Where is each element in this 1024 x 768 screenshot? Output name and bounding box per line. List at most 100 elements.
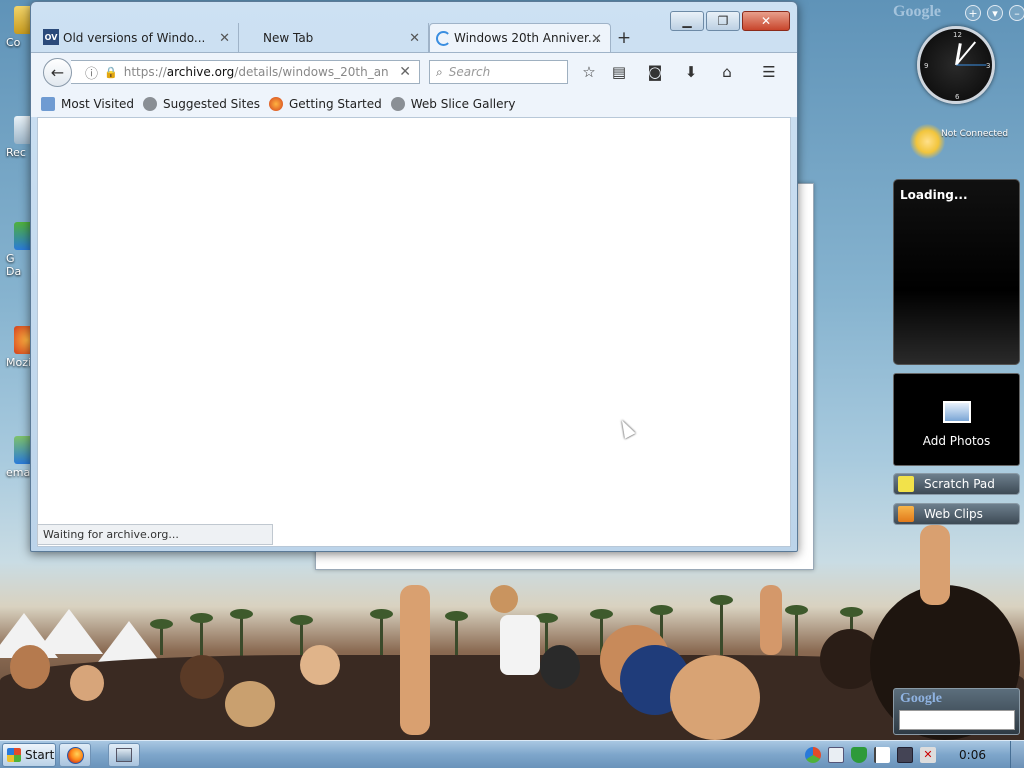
windows-logo-icon — [7, 748, 21, 762]
note-icon — [898, 476, 914, 492]
show-desktop-button[interactable] — [1010, 741, 1024, 768]
home-button[interactable]: ⌂ — [717, 62, 737, 82]
bookmark-label: Web Slice Gallery — [410, 96, 516, 111]
system-tray: ✕ — [798, 741, 1024, 768]
feed-gadget[interactable]: Loading... — [893, 179, 1020, 365]
status-text: Waiting for archive.org... — [43, 528, 179, 541]
minimize-sidebar-icon[interactable]: – — [1009, 5, 1024, 21]
window-app-icon — [116, 748, 132, 762]
network-icon[interactable] — [897, 747, 913, 763]
close-button[interactable]: ✕ — [742, 11, 790, 31]
stop-icon[interactable]: ✕ — [399, 64, 411, 80]
tab-windows-20th[interactable]: Windows 20th Anniver... ✕ — [429, 23, 611, 52]
flag-icon[interactable] — [874, 747, 890, 763]
shield-icon[interactable] — [851, 747, 867, 763]
tab-old-versions[interactable]: OV Old versions of Windo... ✕ — [39, 23, 239, 52]
tab-close-icon[interactable]: ✕ — [591, 32, 602, 47]
star-icon: ☆ — [582, 63, 596, 81]
hamburger-menu-icon: ☰ — [762, 63, 776, 81]
clock-gadget[interactable]: 12 3 6 9 — [917, 26, 995, 104]
downloads-button[interactable]: ⬇ — [681, 62, 701, 82]
bookmark-web-slice-gallery[interactable]: Web Slice Gallery — [390, 96, 516, 111]
navigation-toolbar: ⓘ 🔒 https:// archive.org /details/window… — [31, 52, 797, 90]
status-bar: Waiting for archive.org... — [37, 524, 273, 545]
add-gadget-icon[interactable]: + — [965, 5, 981, 21]
minimize-icon: ▁ — [682, 14, 692, 28]
slideshow-gadget[interactable]: Add Photos — [893, 373, 1020, 466]
weather-status: Not Connected — [941, 129, 1009, 139]
maximize-button[interactable]: ❐ — [706, 11, 740, 31]
lock-icon: 🔒 — [104, 65, 118, 79]
pocket-button[interactable]: ◙ — [645, 62, 665, 82]
tab-strip: OV Old versions of Windo... ✕ New Tab ✕ … — [39, 23, 637, 52]
photo-icon — [943, 401, 971, 423]
volume-muted-icon[interactable]: ✕ — [920, 747, 936, 763]
bookmark-getting-started[interactable]: Getting Started — [268, 96, 382, 111]
sidebar-header: Google + ▾ – — [893, 3, 1024, 23]
start-button[interactable]: Start — [2, 743, 56, 767]
close-icon: ✕ — [760, 14, 772, 28]
bookmark-label: Most Visited — [61, 96, 135, 111]
search-placeholder: Search — [448, 65, 491, 79]
url-bar[interactable]: ⓘ 🔒 https:// archive.org /details/window… — [71, 60, 420, 84]
document-tray-icon[interactable] — [828, 747, 844, 763]
reading-list-button[interactable]: ▤ — [609, 62, 629, 82]
firefox-icon — [66, 746, 84, 764]
loading-spinner-icon — [436, 31, 451, 46]
globe-icon — [390, 96, 405, 111]
rss-icon — [898, 506, 914, 522]
start-label: Start — [25, 748, 55, 762]
feed-status: Loading... — [900, 188, 968, 202]
tab-close-icon[interactable]: ✕ — [219, 31, 230, 46]
minimize-button[interactable]: ▁ — [670, 11, 704, 31]
google-logo: Google — [893, 3, 941, 20]
bookmark-star-button[interactable]: ☆ — [579, 62, 599, 82]
weather-sun-icon — [910, 124, 945, 159]
taskbar-app-window[interactable] — [108, 743, 140, 767]
download-icon: ⬇ — [684, 63, 698, 81]
wallpaper-crowd — [0, 525, 1024, 740]
chevron-down-icon[interactable]: ▾ — [987, 5, 1003, 21]
arrow-left-icon: ← — [50, 63, 65, 82]
clipboard-icon: ▤ — [611, 63, 627, 81]
taskbar-firefox[interactable] — [59, 743, 91, 767]
bookmark-label: Getting Started — [288, 96, 382, 111]
scratch-pad-gadget[interactable]: Scratch Pad — [893, 473, 1020, 495]
tab-label: Windows 20th Anniver... — [454, 31, 600, 45]
url-path: /details/windows_20th_an — [234, 65, 389, 79]
taskbar-clock[interactable]: 0:06 — [959, 748, 986, 762]
scratch-pad-label: Scratch Pad — [924, 477, 995, 491]
bookmark-most-visited[interactable]: Most Visited — [41, 96, 135, 111]
firefox-icon — [268, 96, 283, 111]
plus-icon: + — [616, 27, 632, 48]
taskbar: Start ✕ 0:06 — [0, 740, 1024, 768]
bookmark-suggested-sites[interactable]: Suggested Sites — [143, 96, 260, 111]
web-clips-gadget[interactable]: Web Clips — [893, 503, 1020, 525]
web-clips-label: Web Clips — [924, 507, 983, 521]
menu-button[interactable]: ☰ — [759, 62, 779, 82]
info-icon[interactable]: ⓘ — [85, 63, 98, 82]
browser-window: ▁ ❐ ✕ OV Old versions of Windo... ✕ New … — [30, 1, 798, 552]
restore-icon: ❐ — [717, 14, 729, 28]
bookmark-label: Suggested Sites — [163, 96, 260, 111]
google-search-gadget: Google — [893, 688, 1020, 735]
page-content[interactable] — [37, 117, 791, 547]
tab-label: Old versions of Windo... — [63, 30, 206, 45]
url-host: archive.org — [166, 65, 235, 79]
most-visited-icon — [41, 96, 55, 111]
oldversion-favicon-icon: OV — [43, 29, 59, 45]
google-logo: Google — [900, 691, 942, 706]
search-input[interactable]: ⌕ Search — [429, 60, 568, 84]
search-icon: ⌕ — [436, 64, 443, 79]
url-protocol: https:// — [123, 65, 167, 79]
tab-close-icon[interactable]: ✕ — [409, 31, 420, 46]
new-tab-button[interactable]: + — [611, 23, 637, 52]
home-icon: ⌂ — [722, 63, 732, 81]
back-button[interactable]: ← — [43, 58, 72, 87]
sidebar-tray-icon[interactable] — [805, 747, 821, 763]
tab-new-tab[interactable]: New Tab ✕ — [239, 23, 429, 52]
globe-icon — [143, 96, 158, 111]
pocket-icon: ◙ — [647, 63, 663, 81]
window-controls: ▁ ❐ ✕ — [670, 11, 790, 31]
google-search-input[interactable] — [899, 710, 1015, 730]
